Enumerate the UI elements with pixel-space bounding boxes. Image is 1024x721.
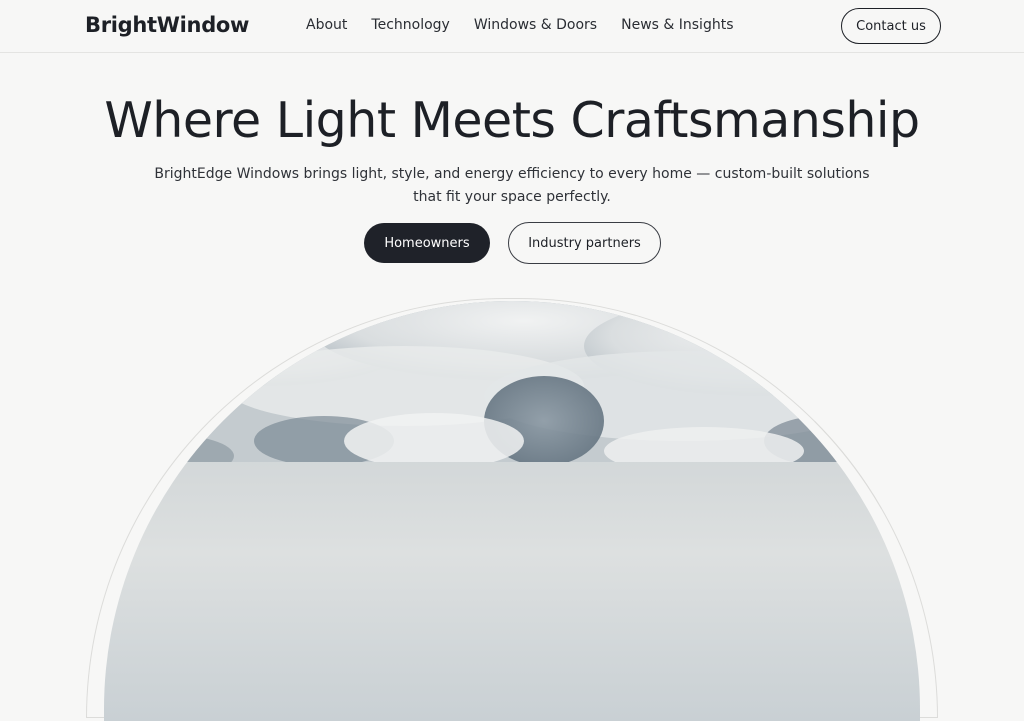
brand-logo[interactable]: BrightWindow <box>85 13 249 37</box>
nav-link-windows-doors[interactable]: Windows & Doors <box>474 17 597 33</box>
industry-partners-button[interactable]: Industry partners <box>508 222 661 264</box>
hero-sky-image <box>104 301 920 721</box>
homeowners-button[interactable]: Homeowners <box>364 223 490 263</box>
nav-link-news-insights[interactable]: News & Insights <box>621 17 733 33</box>
nav-link-technology[interactable]: Technology <box>371 17 449 33</box>
contact-us-button[interactable]: Contact us <box>841 8 941 44</box>
top-navigation-bar: BrightWindow About Technology Windows & … <box>0 0 1024 53</box>
hero-title: Where Light Meets Craftsmanship <box>104 92 920 149</box>
cloud-illustration <box>104 301 920 462</box>
hero-subtitle: BrightEdge Windows brings light, style, … <box>154 166 870 205</box>
main-nav: About Technology Windows & Doors News & … <box>306 17 758 33</box>
nav-link-about[interactable]: About <box>306 17 347 33</box>
